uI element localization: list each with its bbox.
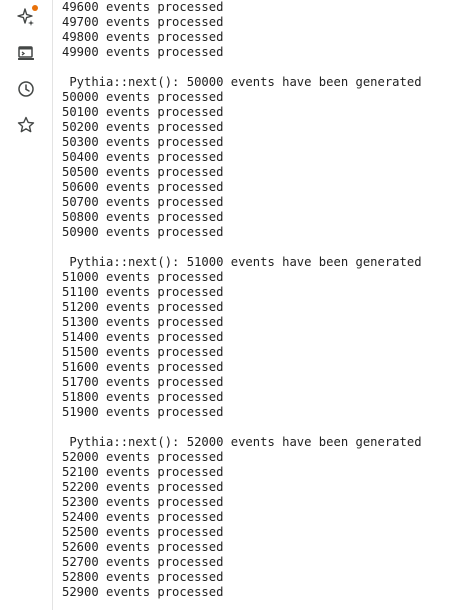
output-line: 52300 events processed [62,495,224,509]
output-line: 50400 events processed [62,150,224,164]
output-line: 51300 events processed [62,315,224,329]
output-line: 49600 events processed [62,0,224,14]
terminal-icon [16,43,36,63]
history-button[interactable] [11,74,41,104]
output-line: Pythia::next(): 51000 events have been g… [62,255,422,269]
output-line: 52200 events processed [62,480,224,494]
output-line: 51700 events processed [62,375,224,389]
output-line: Pythia::next(): 50000 events have been g… [62,75,422,89]
output-line: 51800 events processed [62,390,224,404]
output-line: 52400 events processed [62,510,224,524]
output-line: 52700 events processed [62,555,224,569]
cell-output: 49600 events processed 49700 events proce… [62,0,457,600]
output-line: 51000 events processed [62,270,224,284]
history-icon [16,79,36,99]
output-line: 51500 events processed [62,345,224,359]
output-line: 51100 events processed [62,285,224,299]
output-line: 49800 events processed [62,30,224,44]
output-line: 50600 events processed [62,180,224,194]
output-line: 51400 events processed [62,330,224,344]
output-line: 52800 events processed [62,570,224,584]
output-line: 51200 events processed [62,300,224,314]
gemini-sparkle-button[interactable] [11,2,41,32]
terminal-button[interactable] [11,38,41,68]
output-line: 49700 events processed [62,15,224,29]
side-toolbar [0,0,53,610]
output-line: 50700 events processed [62,195,224,209]
output-line: 50800 events processed [62,210,224,224]
output-line: 52500 events processed [62,525,224,539]
output-line: 52600 events processed [62,540,224,554]
output-line: 52100 events processed [62,465,224,479]
output-line: 50500 events processed [62,165,224,179]
output-line: 50300 events processed [62,135,224,149]
output-line: 52900 events processed [62,585,224,599]
notification-dot [32,5,38,11]
output-line: 50100 events processed [62,105,224,119]
star-icon [16,115,36,135]
favorites-button[interactable] [11,110,41,140]
output-line: 49900 events processed [62,45,224,59]
output-line: 51900 events processed [62,405,224,419]
output-line: 50000 events processed [62,90,224,104]
output-line: 52000 events processed [62,450,224,464]
output-line: 51600 events processed [62,360,224,374]
output-line: 50900 events processed [62,225,224,239]
output-line: 50200 events processed [62,120,224,134]
output-line: Pythia::next(): 52000 events have been g… [62,435,422,449]
